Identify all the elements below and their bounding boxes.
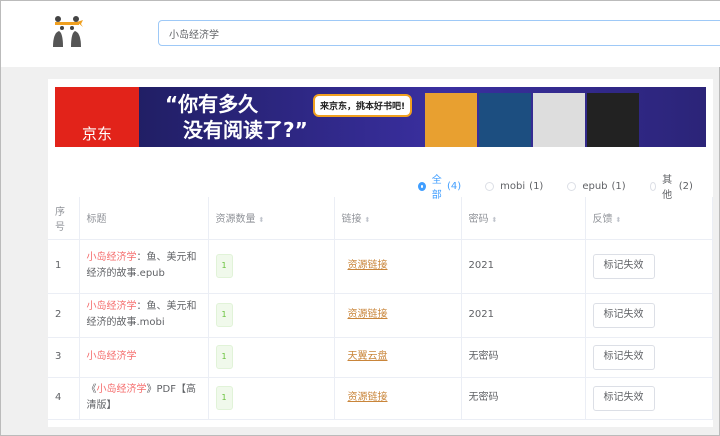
col-title: 标题: [79, 197, 209, 240]
filter-label: epub: [582, 180, 608, 192]
book-cover: [587, 93, 639, 147]
row-password: 2021: [461, 293, 586, 338]
col-password[interactable]: 密码 ⬍: [461, 197, 586, 240]
radio-icon[interactable]: [418, 181, 426, 191]
row-feedback: 标记失效: [585, 293, 713, 338]
results-table: 序号 标题 资源数量 ⬍ 链接 ⬍ 密码 ⬍ 反馈 ⬍ 1 小岛经济学：鱼、美元和经济的…: [48, 197, 713, 420]
search-input[interactable]: [158, 20, 720, 46]
row-feedback: 标记失效: [585, 337, 713, 378]
sort-icon: ⬍: [615, 216, 622, 225]
results-card: 京东 “你有多久 没有阅读了?” 来京东，挑本好书吧! 全部 (4) mobi (1) e…: [48, 79, 713, 427]
row-link: 资源链接: [334, 239, 462, 294]
book-cover: [425, 93, 477, 147]
radio-icon[interactable]: [567, 181, 577, 191]
row-index: 4: [48, 377, 80, 420]
header: [1, 1, 720, 67]
mark-invalid-button[interactable]: 标记失效: [592, 344, 655, 370]
row-title: 小岛经济学：鱼、美元和经济的故事.mobi: [79, 293, 209, 338]
count-badge: 1: [215, 345, 233, 369]
row-password: 无密码: [461, 337, 586, 378]
row-title: 小岛经济学: [79, 337, 209, 378]
resource-link[interactable]: 资源链接: [348, 392, 388, 403]
mark-invalid-button[interactable]: 标记失效: [592, 302, 655, 328]
col-feedback[interactable]: 反馈 ⬍: [585, 197, 713, 240]
row-feedback: 标记失效: [585, 239, 713, 294]
row-link: 资源链接: [334, 377, 462, 420]
row-count: 1: [208, 293, 335, 338]
radio-icon[interactable]: [649, 181, 657, 191]
sort-icon: ⬍: [258, 216, 265, 225]
row-count: 1: [208, 239, 335, 294]
count-badge: 1: [215, 386, 233, 410]
filter-count: (1): [529, 180, 544, 192]
jd-brand: 京东: [55, 87, 139, 147]
filter-count: (4): [447, 180, 462, 192]
mark-invalid-button[interactable]: 标记失效: [592, 253, 655, 279]
count-badge: 1: [215, 254, 233, 278]
row-title: 《小岛经济学》PDF【高清版】: [79, 377, 209, 420]
sort-icon: ⬍: [491, 216, 498, 225]
mark-invalid-button[interactable]: 标记失效: [592, 385, 655, 411]
resource-link[interactable]: 资源链接: [348, 260, 388, 271]
row-password: 无密码: [461, 377, 586, 420]
row-password: 2021: [461, 239, 586, 294]
row-index: 2: [48, 293, 80, 338]
radio-icon[interactable]: [485, 181, 495, 191]
row-count: 1: [208, 337, 335, 378]
table-row: 2 小岛经济学：鱼、美元和经济的故事.mobi 1 资源链接 2021 标记失效: [48, 293, 713, 338]
book-cover: [479, 93, 531, 147]
row-link: 天翼云盘: [334, 337, 462, 378]
resource-link[interactable]: 资源链接: [348, 309, 388, 320]
sort-icon: ⬍: [364, 216, 371, 225]
table-row: 3 小岛经济学 1 天翼云盘 无密码 标记失效: [48, 337, 713, 378]
col-index: 序号: [48, 197, 80, 240]
row-title: 小岛经济学：鱼、美元和经济的故事.epub: [79, 239, 209, 294]
table-row: 4 《小岛经济学》PDF【高清版】 1 资源链接 无密码 标记失效: [48, 377, 713, 420]
banner-bubble: 来京东，挑本好书吧!: [313, 94, 413, 117]
filter-count: (2): [678, 180, 693, 192]
row-count: 1: [208, 377, 335, 420]
col-count[interactable]: 资源数量 ⬍: [208, 197, 335, 240]
banner-slogan: “你有多久 没有阅读了?”: [165, 92, 308, 142]
row-index: 3: [48, 337, 80, 378]
row-feedback: 标记失效: [585, 377, 713, 420]
row-index: 1: [48, 239, 80, 294]
book-cover: [533, 93, 585, 147]
resource-link[interactable]: 天翼云盘: [348, 351, 388, 362]
jd-ad-banner[interactable]: 京东 “你有多久 没有阅读了?” 来京东，挑本好书吧!: [55, 87, 706, 147]
table-header-row: 序号 标题 资源数量 ⬍ 链接 ⬍ 密码 ⬍ 反馈 ⬍: [48, 197, 713, 240]
count-badge: 1: [215, 303, 233, 327]
row-link: 资源链接: [334, 293, 462, 338]
table-row: 1 小岛经济学：鱼、美元和经济的故事.epub 1 资源链接 2021 标记失效: [48, 239, 713, 294]
panda-logo-icon[interactable]: [49, 13, 85, 49]
col-link[interactable]: 链接 ⬍: [334, 197, 462, 240]
filter-label: mobi: [500, 180, 526, 192]
filter-count: (1): [611, 180, 626, 192]
